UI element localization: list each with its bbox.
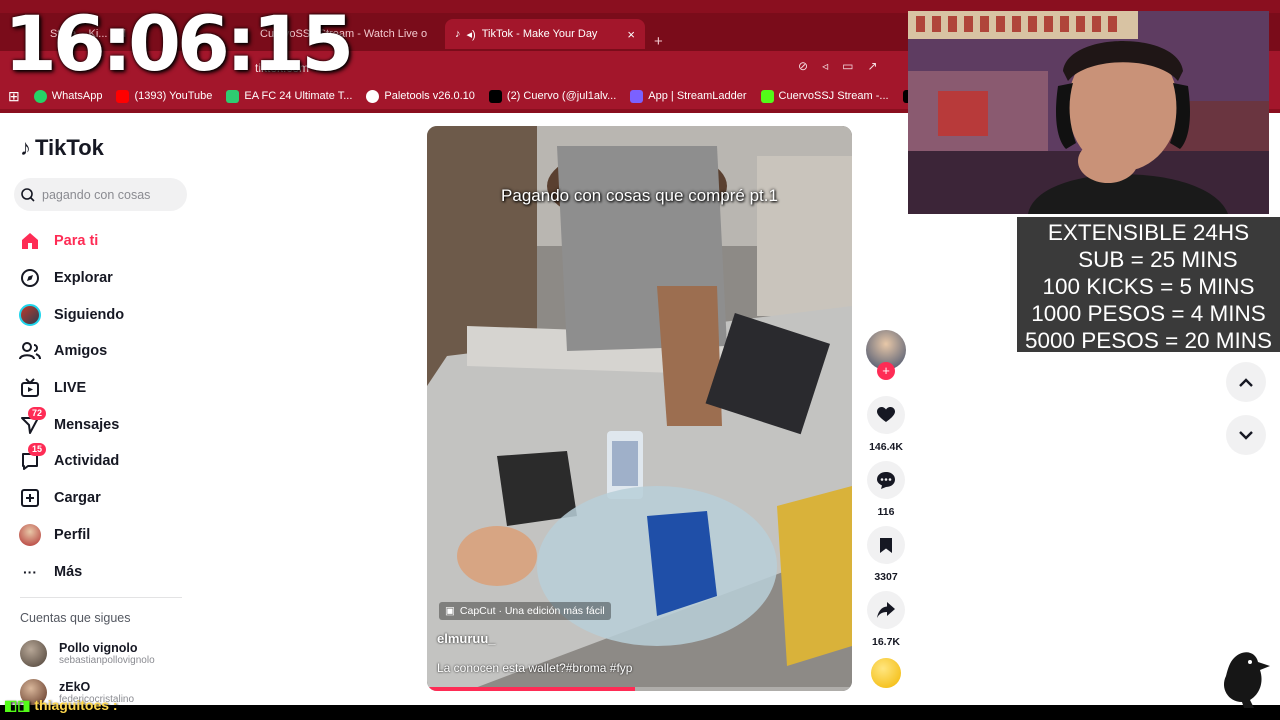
activity-icon: 15 bbox=[18, 443, 47, 473]
youtube-icon bbox=[116, 89, 130, 103]
streamladder-icon bbox=[630, 89, 644, 103]
tiktok-favicon-icon: ♪ bbox=[455, 28, 461, 40]
friends-icon bbox=[18, 339, 42, 363]
sidebar-item-para-ti[interactable]: Para ti bbox=[18, 223, 124, 260]
heart-icon bbox=[867, 396, 905, 434]
comment-button[interactable]: 116 bbox=[864, 461, 908, 518]
emoji-face-icon bbox=[871, 658, 901, 688]
search-input[interactable]: pagando con cosas bbox=[14, 178, 187, 211]
save-button[interactable]: 3307 bbox=[864, 526, 908, 583]
video-player[interactable]: Pagando con cosas que compré pt.1 ▣ CapC… bbox=[427, 126, 852, 691]
close-tab-icon[interactable]: × bbox=[627, 27, 635, 42]
save-count: 3307 bbox=[874, 571, 898, 583]
kick-icon bbox=[760, 89, 774, 103]
sidebar-item-live[interactable]: LIVE bbox=[18, 370, 124, 407]
avatar bbox=[18, 523, 42, 547]
sidebar-item-mas[interactable]: ··· Más bbox=[18, 553, 124, 590]
stream-bottom-bar bbox=[0, 705, 1280, 720]
tab-label: TikTok - Make Your Day bbox=[481, 28, 598, 40]
apps-grid-icon[interactable]: ⊞ bbox=[8, 88, 20, 105]
chat-badges-icon: ◧◨ bbox=[4, 697, 31, 713]
next-video-button[interactable] bbox=[1226, 415, 1266, 455]
cast-icon[interactable]: ▭ bbox=[842, 59, 853, 73]
avatar bbox=[18, 303, 42, 327]
chat-username: thiaguitoes : bbox=[34, 697, 118, 713]
more-icon: ··· bbox=[23, 563, 37, 580]
video-description: La conocen esta wallet?#broma #fyp bbox=[437, 661, 633, 675]
webcam-overlay bbox=[908, 11, 1269, 214]
previous-video-button[interactable] bbox=[1226, 362, 1266, 402]
speaker-icon: ◂) bbox=[466, 28, 476, 41]
video-progress-bar[interactable] bbox=[427, 687, 852, 691]
bookmark-item[interactable]: Paletools v26.0.10 bbox=[366, 89, 475, 103]
sidebar-item-siguiendo[interactable]: Siguiendo bbox=[18, 296, 124, 333]
new-tab-button[interactable]: + bbox=[654, 33, 663, 50]
chevron-up-icon bbox=[1239, 377, 1253, 387]
account-name: zEkO bbox=[59, 680, 91, 694]
bookmark-item[interactable]: WhatsApp bbox=[33, 89, 102, 103]
ea-fc-icon bbox=[226, 89, 240, 103]
video-author[interactable]: elmuruu_ bbox=[437, 631, 496, 646]
follow-plus-icon[interactable]: + bbox=[877, 362, 895, 380]
paletools-icon bbox=[366, 89, 380, 103]
crow-mascot bbox=[1214, 648, 1276, 713]
chat-message: ◧◨ thiaguitoes : bbox=[4, 697, 118, 714]
sidebar-nav: Para ti Explorar Siguiendo Amigos LIVE 7… bbox=[18, 223, 124, 590]
live-tv-icon bbox=[18, 376, 42, 400]
mute-icon[interactable]: ◃ bbox=[822, 59, 828, 73]
address-bar-icons: ⊘ ◃ ▭ ↗ bbox=[798, 59, 878, 73]
search-icon bbox=[21, 187, 35, 202]
bookmark-item[interactable]: App | StreamLadder bbox=[630, 89, 747, 103]
eye-off-icon[interactable]: ⊘ bbox=[798, 59, 808, 73]
message-count-badge: 72 bbox=[28, 406, 47, 420]
share-arrow-icon bbox=[867, 591, 905, 629]
video-caption: Pagando con cosas que compré pt.1 bbox=[501, 186, 778, 205]
bookmark-item[interactable]: CuervoSSJ Stream -... bbox=[760, 89, 889, 103]
tiktok-logo[interactable]: ♪ TikTok bbox=[20, 135, 104, 161]
stream-clock: 16:06:15 bbox=[4, 0, 354, 88]
webcam-frame bbox=[908, 11, 1269, 214]
video-progress-fill bbox=[427, 687, 636, 691]
bookmark-item[interactable]: (1393) YouTube bbox=[116, 89, 212, 103]
capcut-tag[interactable]: ▣ CapCut · Una edición más fácil bbox=[439, 602, 611, 620]
share-icon[interactable]: ↗ bbox=[867, 59, 877, 73]
activity-count-badge: 15 bbox=[28, 443, 47, 457]
upload-icon bbox=[18, 486, 42, 510]
capcut-icon: ▣ bbox=[445, 605, 455, 617]
sidebar-item-actividad[interactable]: 15 Actividad bbox=[18, 443, 124, 480]
following-account[interactable]: Pollo vignolo sebastianpollovignolo bbox=[20, 640, 155, 667]
bookmark-icon bbox=[867, 526, 905, 564]
stream-rules-banner: EXTENSIBLE 24HS SUB = 25 MINS 100 KICKS … bbox=[1017, 217, 1280, 353]
tiktok-note-icon: ♪ bbox=[20, 135, 31, 160]
comment-count: 116 bbox=[877, 506, 895, 518]
tab-tiktok[interactable]: ♪ ◂) TikTok - Make Your Day × bbox=[445, 19, 645, 49]
search-placeholder: pagando con cosas bbox=[42, 187, 151, 202]
sidebar-item-explorar[interactable]: Explorar bbox=[18, 260, 124, 297]
message-icon: 72 bbox=[18, 406, 47, 437]
x-icon bbox=[488, 89, 502, 103]
bookmark-item[interactable]: (2) Cuervo (@jul1alv... bbox=[488, 89, 616, 103]
home-icon bbox=[18, 229, 42, 253]
like-count: 146.4K bbox=[869, 441, 903, 453]
account-handle: sebastianpollovignolo bbox=[59, 655, 155, 666]
share-count: 16.7K bbox=[871, 636, 901, 648]
sidebar-item-mensajes[interactable]: 72 Mensajes bbox=[18, 406, 124, 443]
compass-icon bbox=[18, 266, 42, 290]
sidebar-item-perfil[interactable]: Perfil bbox=[18, 517, 124, 554]
account-name: Pollo vignolo bbox=[59, 641, 138, 655]
like-button[interactable]: 146.4K bbox=[864, 396, 908, 453]
emoji-reaction[interactable] bbox=[864, 658, 908, 688]
following-title: Cuentas que sigues bbox=[20, 611, 131, 625]
avatar bbox=[20, 640, 47, 667]
sidebar-item-amigos[interactable]: Amigos bbox=[18, 333, 124, 370]
share-button[interactable]: 16.7K bbox=[864, 591, 908, 648]
whatsapp-icon bbox=[33, 89, 47, 103]
chevron-down-icon bbox=[1239, 430, 1253, 440]
divider bbox=[20, 597, 182, 598]
comment-icon bbox=[867, 461, 905, 499]
sidebar-item-cargar[interactable]: Cargar bbox=[18, 480, 124, 517]
bookmark-item[interactable]: EA FC 24 Ultimate T... bbox=[226, 89, 352, 103]
creator-avatar[interactable]: + bbox=[864, 330, 908, 380]
